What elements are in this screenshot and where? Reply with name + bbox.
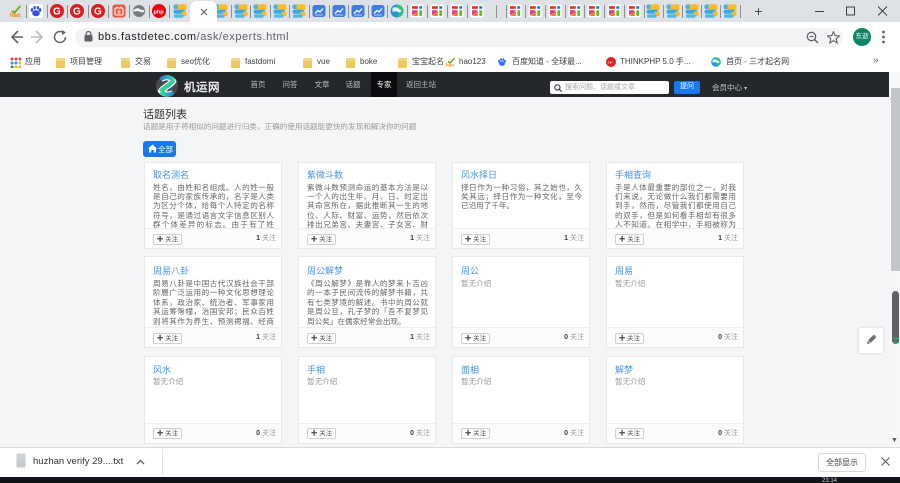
svg-text:php: php — [153, 10, 164, 16]
svg-text:G: G — [53, 7, 61, 18]
svg-text:hao: hao — [446, 63, 454, 68]
svg-text:TP: TP — [608, 60, 613, 65]
svg-text:hao: hao — [10, 13, 21, 18]
svg-text:G: G — [94, 7, 102, 18]
svg-text:G: G — [73, 7, 81, 18]
